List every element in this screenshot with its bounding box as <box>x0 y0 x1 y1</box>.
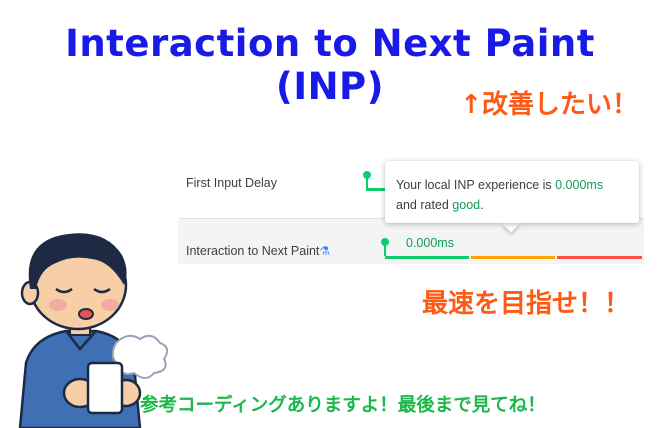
inp-bar-poor <box>557 256 642 259</box>
tooltip-line-2: and rated good. <box>396 195 629 215</box>
inp-label-text: Interaction to Next Paint <box>186 244 320 258</box>
fastest-caption: 最速を目指せ！！ <box>421 289 630 319</box>
flask-icon[interactable]: ⚗ <box>319 244 330 258</box>
tooltip-line2-prefix: and rated <box>396 198 453 212</box>
inp-tooltip: Your local INP experience is 0.000ms and… <box>385 161 639 223</box>
improve-caption: ↑改善したい！ <box>460 90 638 120</box>
inp-bar-needs-improvement <box>471 256 555 259</box>
inp-value: 0.000ms <box>406 236 454 250</box>
tooltip-line-1: Your local INP experience is 0.000ms <box>396 175 629 195</box>
fid-marker-stem <box>366 178 368 188</box>
bottom-caption: 参考コーディングありますよ！最後まで見てね！ <box>140 395 546 416</box>
tooltip-line2-suffix: . <box>480 198 484 212</box>
fid-label: First Input Delay <box>186 176 278 190</box>
inp-label: Interaction to Next Paint⚗ <box>186 244 330 258</box>
inp-marker-stem <box>384 245 386 256</box>
inp-bar-good <box>385 256 469 259</box>
fid-bar-good <box>366 188 386 191</box>
tooltip-rating: good <box>452 198 481 212</box>
tooltip-line1-prefix: Your local INP experience is <box>396 178 556 192</box>
tooltip-inp-value: 0.000ms <box>555 178 604 192</box>
